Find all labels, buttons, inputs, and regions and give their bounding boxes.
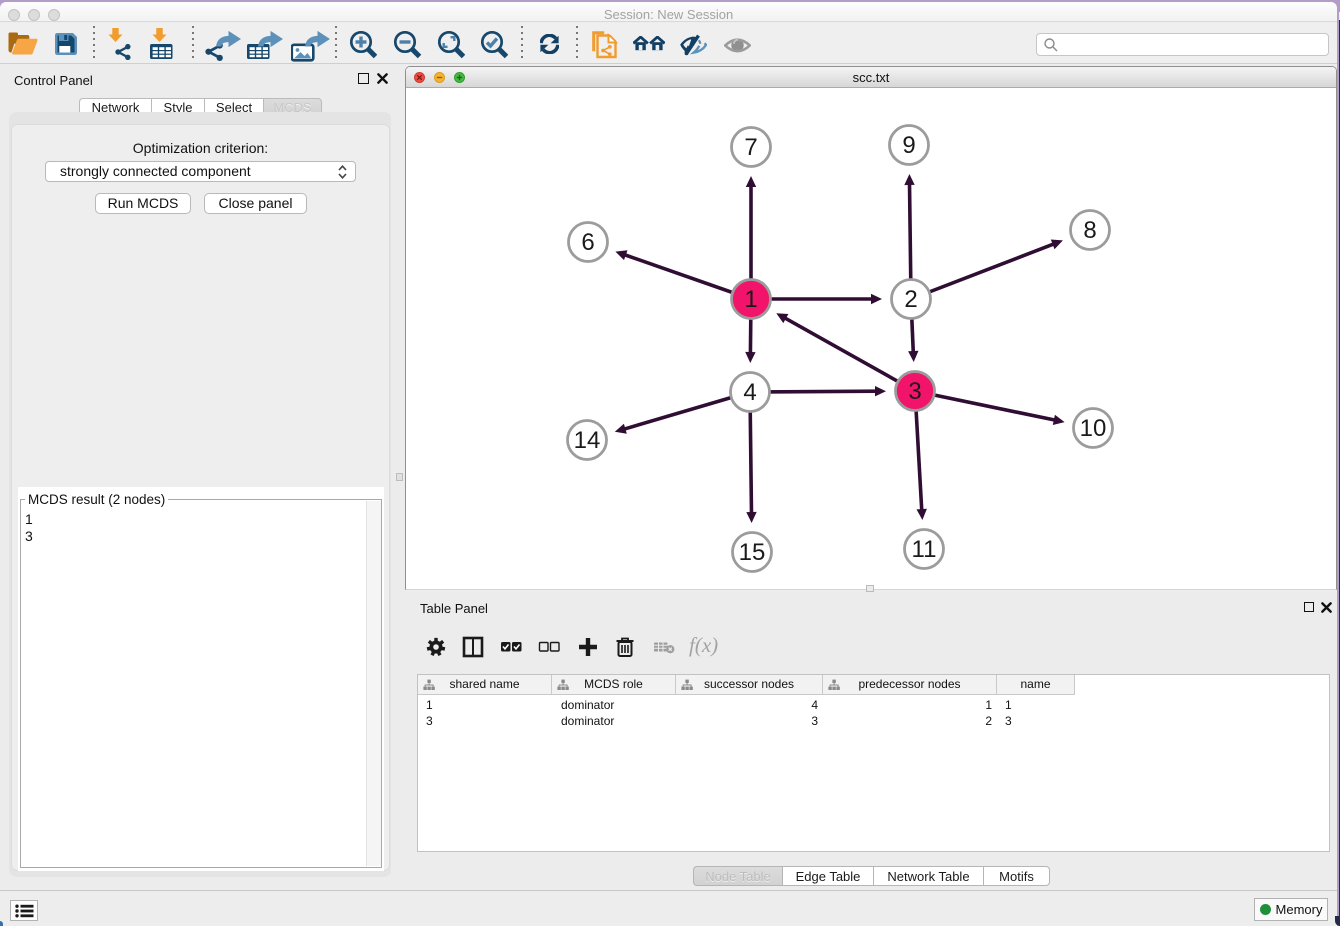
svg-text:2: 2 xyxy=(904,286,917,313)
svg-text:4: 4 xyxy=(743,379,756,406)
svg-text:9: 9 xyxy=(902,132,915,159)
svg-text:8: 8 xyxy=(1083,217,1096,244)
svg-text:1: 1 xyxy=(744,286,757,313)
svg-text:10: 10 xyxy=(1080,415,1107,442)
svg-text:14: 14 xyxy=(574,427,601,454)
svg-text:15: 15 xyxy=(739,539,766,566)
svg-text:6: 6 xyxy=(581,229,594,256)
svg-text:11: 11 xyxy=(912,536,937,563)
svg-text:7: 7 xyxy=(744,134,757,161)
svg-text:3: 3 xyxy=(908,378,921,405)
